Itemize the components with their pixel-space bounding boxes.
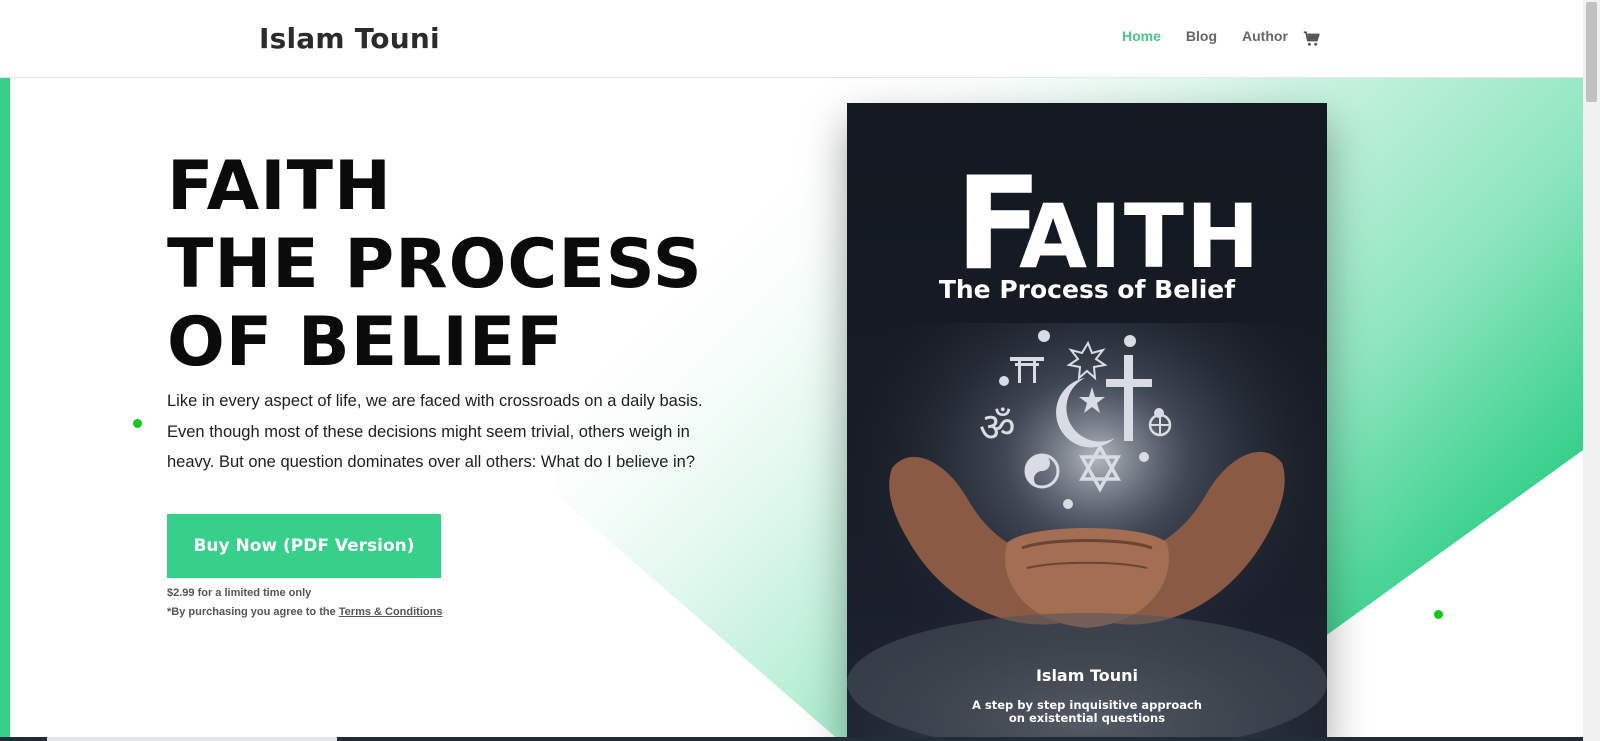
svg-text:ॐ: ॐ xyxy=(979,405,1015,451)
hero-title: FAITH THE PROCESS OF BELIEF xyxy=(167,148,703,382)
buy-now-button[interactable]: Buy Now (PDF Version) xyxy=(167,514,441,578)
price-note: $2.99 for a limited time only xyxy=(167,587,312,599)
site-logo[interactable]: Islam Touni xyxy=(259,22,440,55)
book-tagline: A step by step inquisitive approach on e… xyxy=(847,699,1327,725)
purchase-note: $2.99 for a limited time only *By purcha… xyxy=(167,584,442,622)
terms-link[interactable]: Terms & Conditions xyxy=(339,606,443,618)
decorative-dot xyxy=(133,419,142,428)
scrollbar-thumb[interactable] xyxy=(1586,2,1597,102)
shopping-cart-icon[interactable] xyxy=(1303,30,1321,48)
terms-prefix: *By purchasing you agree to the xyxy=(167,606,339,618)
site-header: Islam Touni Home Blog Author xyxy=(0,0,1583,78)
main-nav: Home Blog Author xyxy=(1122,28,1313,44)
book-subtitle: The Process of Belief xyxy=(938,275,1236,304)
hero-title-line: FAITH xyxy=(167,147,392,226)
nav-blog[interactable]: Blog xyxy=(1186,28,1217,44)
page-scrollbar[interactable] xyxy=(1583,0,1600,741)
hero-title-line: OF BELIEF xyxy=(167,303,564,382)
bottom-strip xyxy=(0,737,1583,741)
hero-title-line: THE PROCESS xyxy=(167,225,703,304)
hero-section: FAITH THE PROCESS OF BELIEF Like in ever… xyxy=(0,78,1583,741)
book-title-rest: AITH xyxy=(1019,185,1262,288)
book-cover: F AITH The Process of Belief ॐ Islam Tou… xyxy=(847,103,1327,741)
nav-author[interactable]: Author xyxy=(1242,28,1288,44)
hero-description: Like in every aspect of life, we are fac… xyxy=(167,392,703,471)
book-tagline-line: on existential questions xyxy=(1008,711,1166,725)
book-author: Islam Touni xyxy=(1035,666,1139,685)
left-accent-bar xyxy=(0,78,10,741)
nav-home[interactable]: Home xyxy=(1122,28,1161,44)
bottom-strip-segment xyxy=(47,737,337,741)
decorative-dot xyxy=(1434,610,1443,619)
